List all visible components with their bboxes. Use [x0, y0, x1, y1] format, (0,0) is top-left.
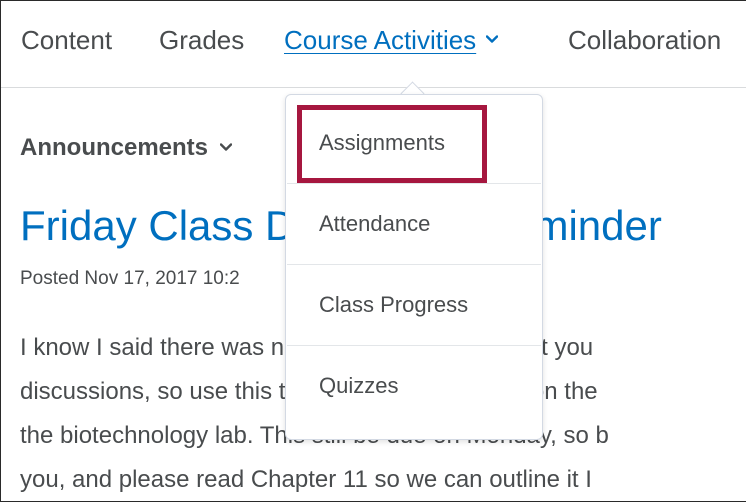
menu-item-attendance[interactable]: Attendance: [287, 184, 541, 265]
menu-item-label: Attendance: [319, 211, 431, 236]
menu-item-quizzes[interactable]: Quizzes: [287, 346, 541, 426]
nav-content[interactable]: Content: [21, 25, 112, 56]
nav-course-activities[interactable]: Course Activities: [284, 25, 499, 56]
chevron-down-icon: [486, 35, 499, 43]
menu-item-label: Assignments: [319, 130, 445, 155]
menu-item-assignments[interactable]: Assignments: [287, 103, 541, 184]
nav-course-activities-label: Course Activities: [284, 25, 477, 55]
announcements-title-label: Announcements: [20, 134, 209, 161]
announcements-widget-title[interactable]: Announcements: [20, 134, 233, 162]
screenshot-frame: Content Grades Course Activities Collabo…: [0, 0, 746, 502]
menu-item-label: Class Progress: [319, 292, 469, 317]
announcement-posted-date: Posted Nov 17, 2017 10:2: [20, 268, 240, 289]
nav-collaboration[interactable]: Collaboration: [568, 25, 721, 56]
course-navbar: Content Grades Course Activities Collabo…: [1, 1, 746, 88]
menu-item-label: Quizzes: [319, 373, 399, 398]
nav-grades[interactable]: Grades: [159, 25, 244, 56]
announcement-body-line: you, and please read Chapter 11 so we ca…: [20, 466, 592, 493]
menu-item-class-progress[interactable]: Class Progress: [287, 265, 541, 346]
course-activities-dropdown: Assignments Attendance Class Progress Qu…: [285, 94, 543, 440]
chevron-down-icon: [220, 143, 233, 151]
